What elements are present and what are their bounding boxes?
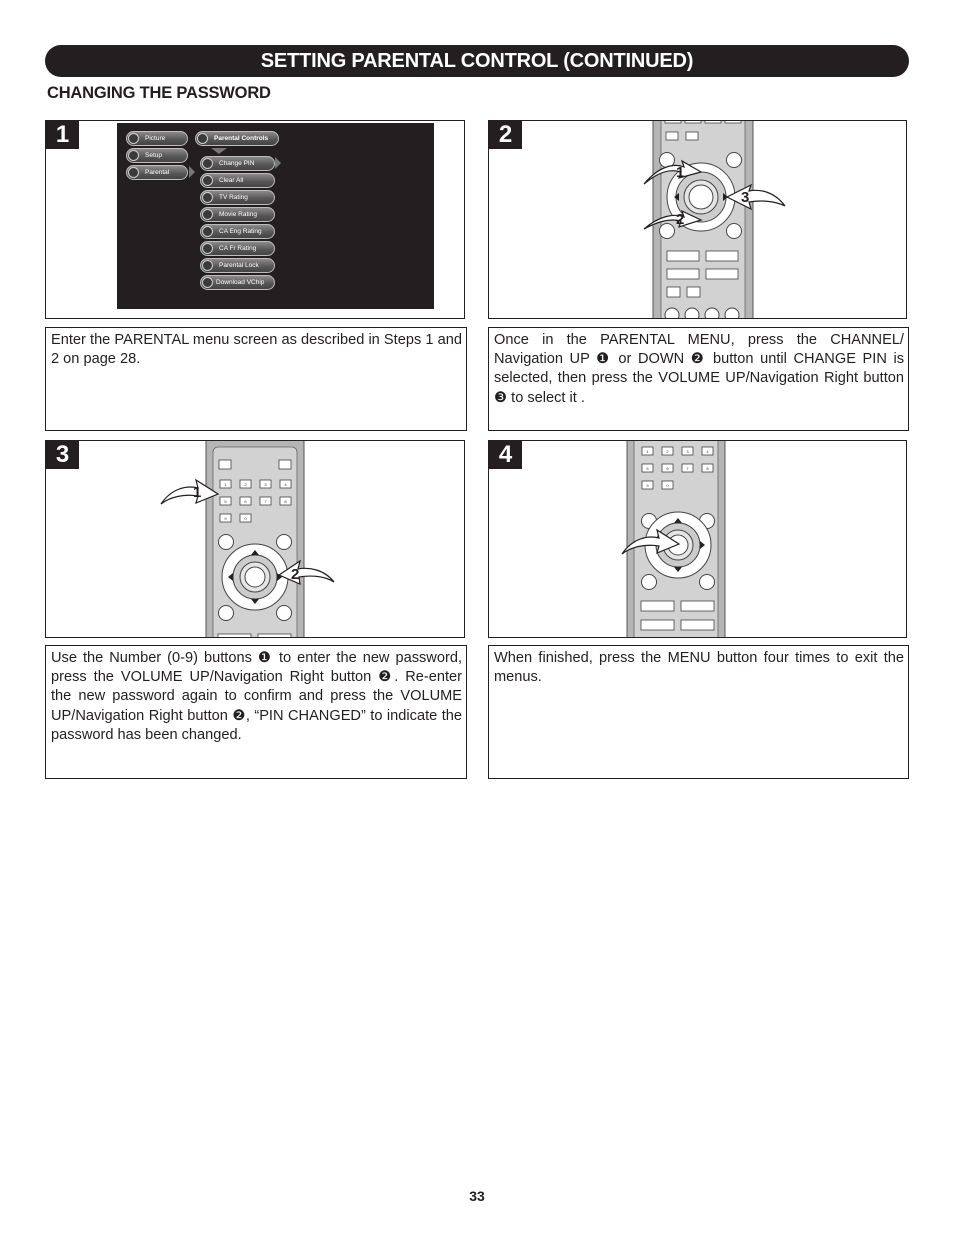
menu-item-label: Setup <box>145 152 162 159</box>
parental-icon <box>128 167 139 178</box>
step-2-instructions: Once in the PARENTAL MENU, press the CHA… <box>488 327 909 431</box>
step-2-illustration: 2 1 2 3 <box>488 120 907 319</box>
tv-menu-screen: Picture Setup Parental Parental Controls… <box>117 123 434 309</box>
corner-button <box>659 223 675 239</box>
section-title-banner: SETTING PARENTAL CONTROL (CONTINUED) <box>45 45 909 77</box>
step-3-instructions: Use the Number (0-9) buttons ❶ to enter … <box>45 645 467 779</box>
item-knob-icon <box>202 277 213 288</box>
function-key <box>680 600 715 612</box>
submenu-item-label: Movie Rating <box>219 211 257 218</box>
item-knob-icon <box>202 192 213 203</box>
step-1-illustration: 1 Picture Setup Parental Parental Contro… <box>45 120 465 319</box>
subsection-heading: CHANGING THE PASSWORD <box>47 84 271 102</box>
section-title: SETTING PARENTAL CONTROL (CONTINUED) <box>260 49 694 72</box>
step-4-illustration: 4 1234567890 <box>488 440 907 638</box>
picture-icon <box>128 133 139 144</box>
corner-button <box>699 574 715 590</box>
bottom-key <box>257 633 292 637</box>
step-4-instructions: When finished, press the MENU button fou… <box>488 645 909 779</box>
corner-button <box>726 152 742 168</box>
corner-button <box>218 534 234 550</box>
submenu-item-label: Clear All <box>219 177 244 184</box>
callout-label-1: 1 <box>676 164 684 181</box>
submenu-item-ca-fr-rating: CA Fr Rating <box>200 241 275 256</box>
submenu-title: Parental Controls <box>214 135 269 142</box>
bottom-key <box>217 633 252 637</box>
submenu-item-ca-eng-rating: CA Eng Rating <box>200 224 275 239</box>
menu-item-picture: Picture <box>126 131 188 146</box>
item-knob-icon <box>202 209 213 220</box>
navigation-pad <box>221 543 289 611</box>
submenu-item-download-vchip: Download VChip <box>200 275 275 290</box>
menu-item-label: Parental <box>145 169 170 176</box>
submenu-item-label: Download VChip <box>216 279 265 286</box>
submenu-item-clear-all: Clear All <box>200 173 275 188</box>
submenu-title-parental-controls: Parental Controls <box>195 131 279 146</box>
item-knob-icon <box>202 158 213 169</box>
submenu-item-label: CA Eng Rating <box>219 228 262 235</box>
function-key <box>640 619 675 631</box>
callout-label-2: 2 <box>676 211 684 228</box>
submenu-item-label: TV Rating <box>219 194 248 201</box>
step-number-badge: 1 <box>46 121 79 149</box>
parental-arrow-icon <box>189 166 195 178</box>
remote-navigation-diagram: 1 2 3 <box>643 121 786 318</box>
item-knob-icon <box>202 260 213 271</box>
item-knob-icon <box>202 175 213 186</box>
corner-button <box>641 574 657 590</box>
remote-enter-diagram: 1 2 3 45 6 7 89 0 <box>621 441 726 637</box>
function-key <box>640 600 675 612</box>
submenu-item-label: Change PIN <box>219 160 255 167</box>
function-key <box>680 619 715 631</box>
submenu-item-label: Parental Lock <box>219 262 259 269</box>
step-3-illustration: 3 1234567890 1 2 <box>45 440 465 638</box>
remote-number-pad-diagram: 1 2 3 45 6 7 89 0 1 2 <box>160 441 335 637</box>
item-knob-icon <box>202 243 213 254</box>
setup-icon <box>128 150 139 161</box>
corner-button <box>726 223 742 239</box>
top-left-key <box>218 459 232 470</box>
step-1-instructions: Enter the PARENTAL menu screen as descri… <box>45 327 467 431</box>
item-knob-icon <box>202 226 213 237</box>
submenu-arrow-icon <box>211 148 227 154</box>
menu-item-parental: Parental <box>126 165 188 180</box>
menu-item-setup: Setup <box>126 148 188 163</box>
selected-arrow-icon <box>275 157 281 169</box>
callout-label-1: 1 <box>193 484 201 501</box>
submenu-icon <box>197 133 208 144</box>
callout-label-2: 2 <box>291 566 299 583</box>
submenu-item-tv-rating: TV Rating <box>200 190 275 205</box>
corner-button <box>276 605 292 621</box>
top-right-key <box>278 459 292 470</box>
submenu-item-change-pin: Change PIN <box>200 156 275 171</box>
corner-button <box>276 534 292 550</box>
submenu-item-movie-rating: Movie Rating <box>200 207 275 222</box>
page-number: 33 <box>469 1188 485 1204</box>
callout-label-3: 3 <box>741 189 749 206</box>
corner-button <box>218 605 234 621</box>
submenu-item-label: CA Fr Rating <box>219 245 257 252</box>
submenu-item-parental-lock: Parental Lock <box>200 258 275 273</box>
menu-item-label: Picture <box>145 135 166 142</box>
